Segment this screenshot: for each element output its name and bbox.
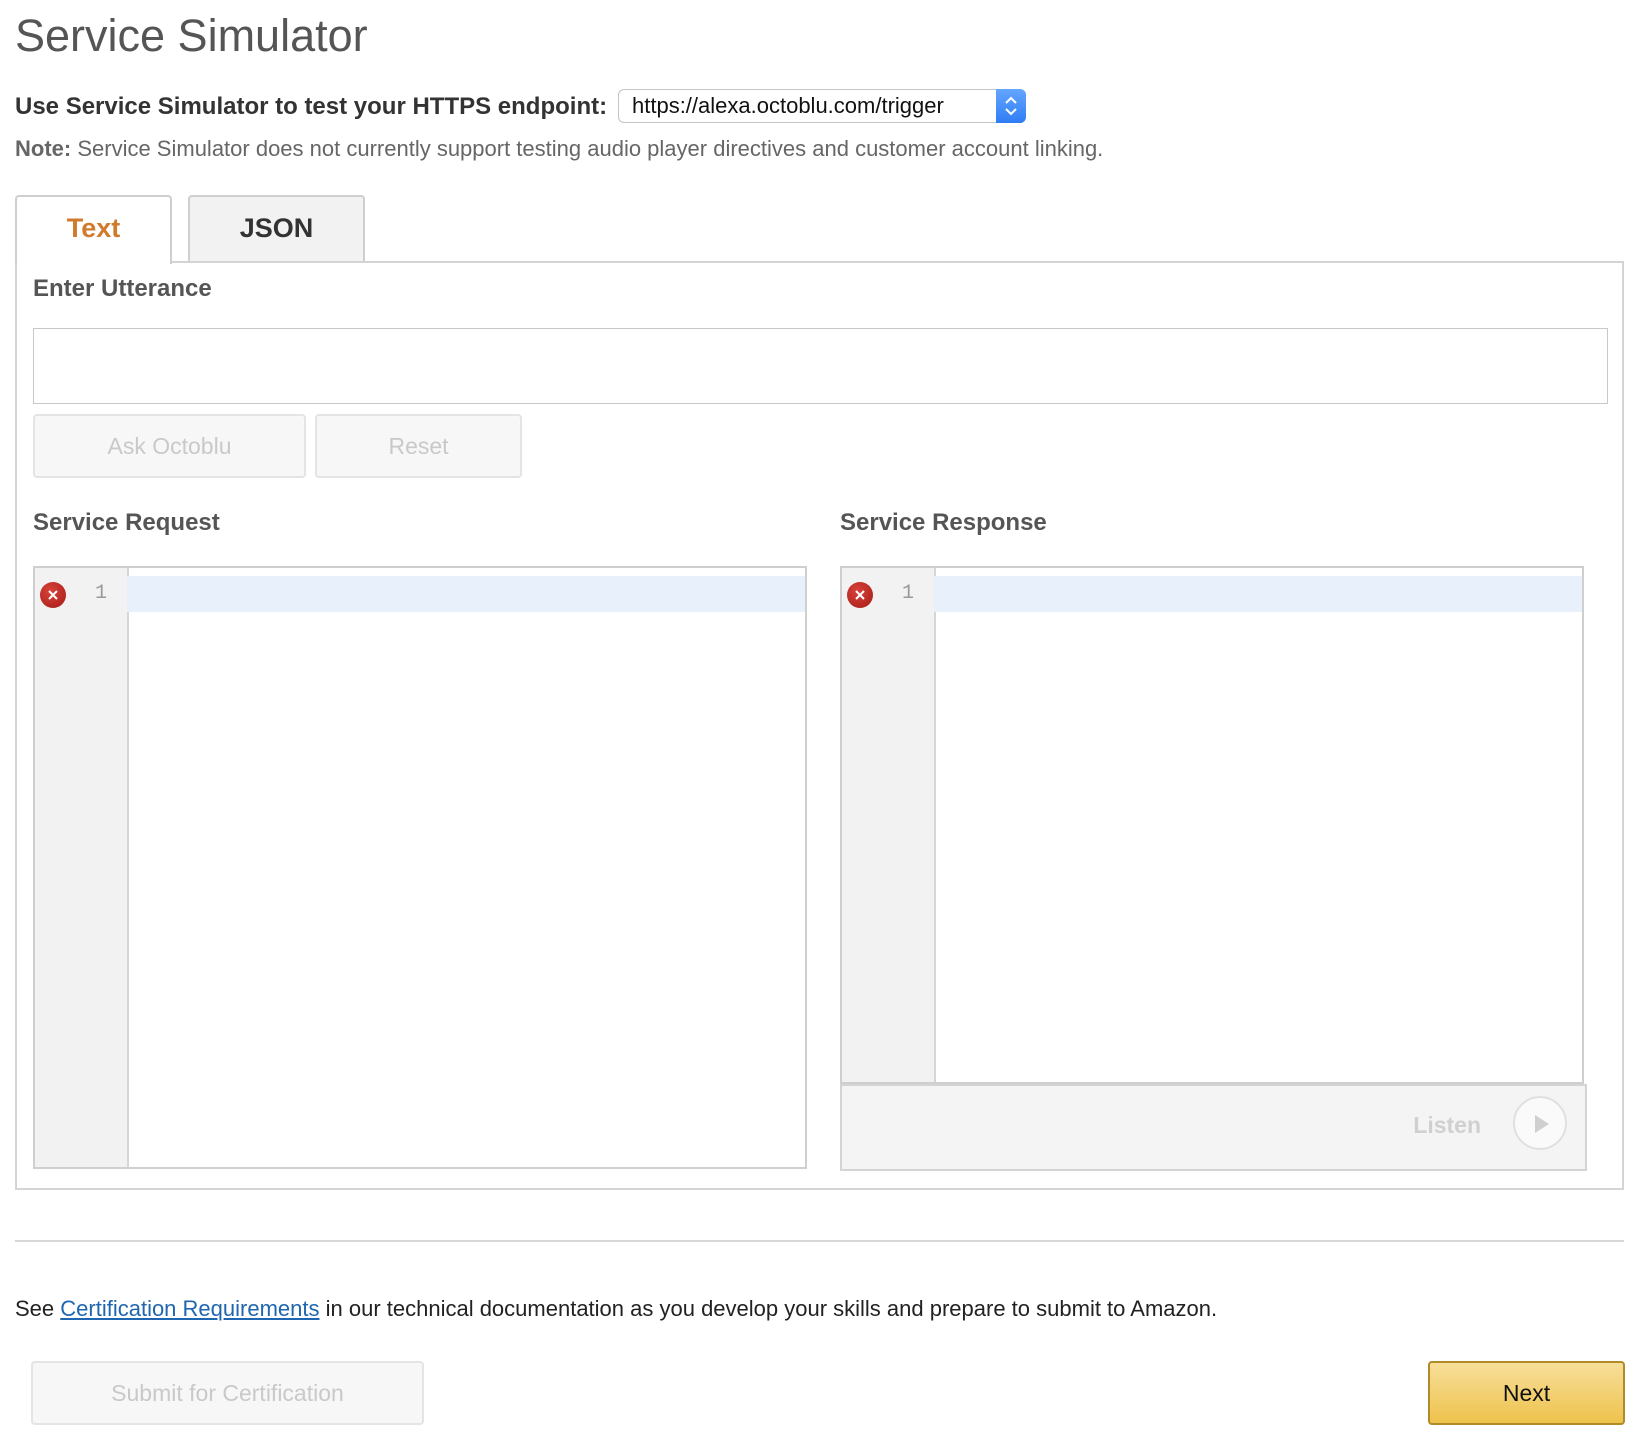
cert-rest: in our technical documentation as you de… — [319, 1296, 1218, 1321]
service-response-label: Service Response — [840, 509, 1047, 536]
active-line — [127, 576, 805, 612]
play-button[interactable] — [1513, 1096, 1567, 1150]
submit-for-certification-button[interactable]: Submit for Certification — [31, 1361, 424, 1425]
divider — [15, 1240, 1624, 1242]
active-line — [934, 576, 1582, 612]
error-icon — [847, 582, 873, 608]
note-text: Service Simulator does not currently sup… — [71, 136, 1104, 161]
error-icon — [40, 582, 66, 608]
next-button[interactable]: Next — [1428, 1361, 1625, 1425]
utterance-input[interactable] — [33, 328, 1608, 404]
service-response-editor[interactable]: 1 — [840, 566, 1584, 1084]
editor-gutter: 1 — [35, 568, 129, 1167]
ask-button[interactable]: Ask Octoblu — [33, 414, 306, 478]
service-request-editor[interactable]: 1 — [33, 566, 807, 1169]
service-request-label: Service Request — [33, 509, 220, 536]
listen-label: Listen — [1413, 1112, 1481, 1138]
endpoint-select-value: https://alexa.octoblu.com/trigger — [632, 93, 944, 118]
certification-requirements-link[interactable]: Certification Requirements — [60, 1296, 319, 1321]
tab-json[interactable]: JSON — [188, 195, 365, 262]
endpoint-label: Use Service Simulator to test your HTTPS… — [15, 93, 608, 120]
select-arrows-icon — [996, 89, 1026, 123]
utterance-label: Enter Utterance — [33, 275, 212, 302]
line-number: 1 — [902, 582, 915, 605]
tab-text[interactable]: Text — [15, 195, 172, 264]
cert-see: See — [15, 1296, 61, 1321]
listen-bar: Listen — [840, 1084, 1587, 1171]
endpoint-select[interactable]: https://alexa.octoblu.com/trigger — [618, 89, 1026, 123]
reset-button[interactable]: Reset — [315, 414, 522, 478]
editor-gutter: 1 — [842, 568, 936, 1082]
note-prefix: Note: — [15, 136, 72, 161]
play-icon — [1535, 1115, 1549, 1133]
page-title: Service Simulator — [15, 10, 368, 61]
certification-note: See Certification Requirements in our te… — [15, 1293, 1217, 1325]
note: Note: Service Simulator does not current… — [15, 133, 1103, 165]
line-number: 1 — [95, 582, 108, 605]
